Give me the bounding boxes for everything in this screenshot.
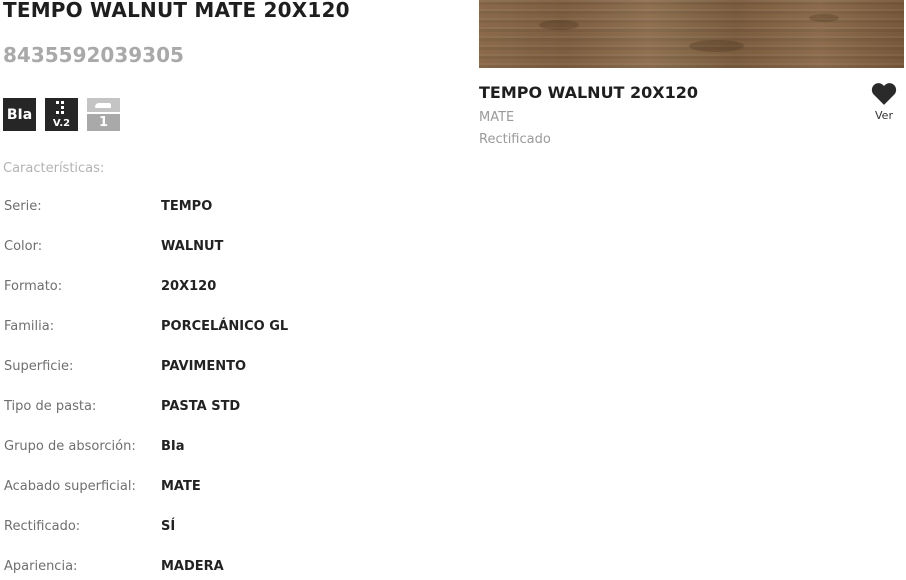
card-title[interactable]: TEMPO WALNUT 20X120 [479,83,698,102]
favorite-button[interactable]: Ver [866,82,902,122]
spec-value: PASTA STD [161,399,241,414]
spec-row-tipo-de-pasta: Tipo de pasta: PASTA STD [0,399,440,419]
spec-label: Superficie: [4,359,74,374]
spec-row-rectificado: Rectificado: SÍ [0,519,440,539]
heart-icon [871,83,897,105]
spec-row-formato: Formato: 20X120 [0,279,440,299]
spec-row-acabado: Acabado superficial: MATE [0,479,440,499]
dots-grid-icon [56,101,68,116]
product-title: TEMPO WALNUT MATE 20X120 [3,0,350,22]
favorite-label: Ver [875,109,893,122]
absorption-group-badge: BIa [3,98,36,131]
spec-row-superficie: Superficie: PAVIMENTO [0,359,440,379]
spec-row-color: Color: WALNUT [0,239,440,259]
spec-value: SÍ [161,519,176,534]
spec-label: Familia: [4,319,55,334]
traffic-class-label: 1 [87,114,120,131]
absorption-group-label: BIa [6,106,33,123]
shoe-icon [87,98,120,112]
spec-value: PAVIMENTO [161,359,247,374]
spec-value: MADERA [161,559,224,574]
spec-value: WALNUT [161,239,224,254]
spec-label: Apariencia: [4,559,78,574]
spec-value: TEMPO [161,199,213,214]
spec-label: Rectificado: [4,519,81,534]
product-image[interactable] [479,0,904,68]
spec-value: BIa [161,439,185,454]
spec-label: Acabado superficial: [4,479,136,494]
spec-value: 20X120 [161,279,217,294]
spec-label: Grupo de absorción: [4,439,136,454]
spec-value: MATE [161,479,201,494]
traffic-class-badge: 1 [87,98,120,131]
spec-label: Formato: [4,279,63,294]
spec-value: PORCELÁNICO GL [161,319,289,334]
spec-row-familia: Familia: PORCELÁNICO GL [0,319,440,339]
specs-heading: Características: [3,161,105,176]
spec-row-serie: Serie: TEMPO [0,199,440,219]
card-rectified: Rectificado [479,132,551,147]
slip-resistance-badge: V.2 [45,98,78,131]
product-ean-code: 8435592039305 [3,43,184,67]
spec-row-grupo-absorcion: Grupo de absorción: BIa [0,439,440,459]
spec-row-apariencia: Apariencia: MADERA [0,559,440,579]
spec-label: Color: [4,239,43,254]
spec-label: Serie: [4,199,42,214]
product-badges: BIa V.2 1 [3,98,120,131]
slip-version-label: V.2 [52,118,71,129]
card-finish: MATE [479,110,515,125]
spec-label: Tipo de pasta: [4,399,97,414]
